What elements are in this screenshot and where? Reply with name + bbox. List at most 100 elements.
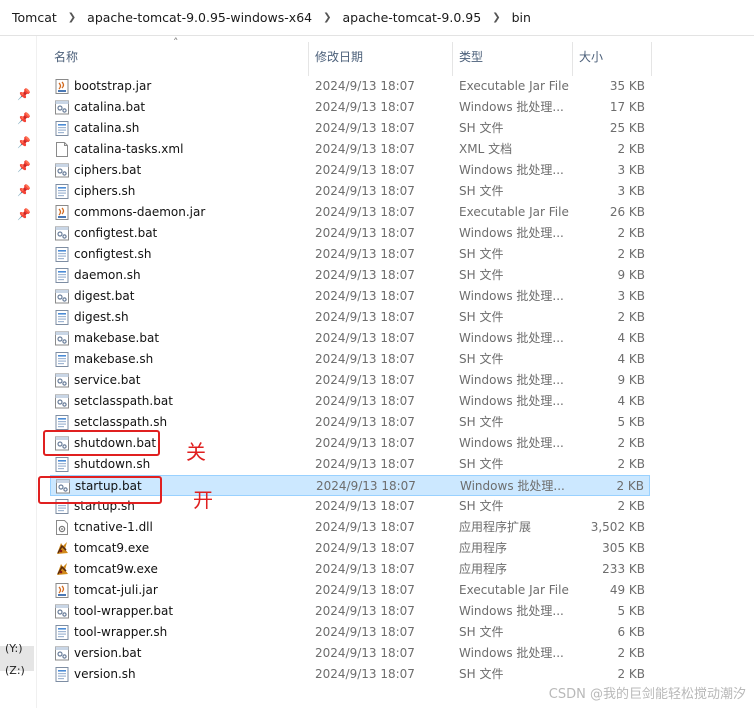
- file-date: 2024/9/13 18:07: [315, 457, 415, 471]
- file-name: digest.bat: [74, 289, 135, 303]
- watermark: CSDN @我的巨剑能轻松搅动潮汐: [548, 687, 746, 702]
- sh-icon: [55, 247, 69, 262]
- file-row[interactable]: configtest.bat 2024/9/13 18:07 Windows 批处理…: [50, 223, 650, 244]
- file-date: 2024/9/13 18:07: [315, 352, 415, 366]
- file-row[interactable]: catalina.bat 2024/9/13 18:07 Windows 批处理..…: [50, 97, 650, 118]
- file-row[interactable]: ciphers.bat 2024/9/13 18:07 Windows 批处理...…: [50, 160, 650, 181]
- file-size: 2 KB: [617, 226, 645, 240]
- file-row[interactable]: shutdown.sh 2024/9/13 18:07 SH 文件 2 KB: [50, 454, 650, 475]
- file-name: configtest.sh: [74, 247, 152, 261]
- pin-icon[interactable]: 📌: [17, 209, 31, 221]
- sh-icon: [55, 184, 69, 199]
- column-divider[interactable]: [572, 42, 573, 76]
- drive-y[interactable]: (Y:): [5, 642, 23, 655]
- file-row[interactable]: tool-wrapper.sh 2024/9/13 18:07 SH 文件 6 KB: [50, 622, 650, 643]
- file-row[interactable]: setclasspath.bat 2024/9/13 18:07 Windows 批…: [50, 391, 650, 412]
- file-row[interactable]: tomcat9w.exe 2024/9/13 18:07 应用程序 233 KB: [50, 559, 650, 580]
- column-header-date[interactable]: 修改日期: [315, 46, 363, 68]
- file-row[interactable]: version.bat 2024/9/13 18:07 Windows 批处理...…: [50, 643, 650, 664]
- file-type: Windows 批处理...: [459, 226, 564, 240]
- file-row[interactable]: catalina-tasks.xml 2024/9/13 18:07 XML 文档 2…: [50, 139, 650, 160]
- file-date: 2024/9/13 18:07: [315, 373, 415, 387]
- file-name: tomcat9.exe: [74, 541, 150, 555]
- file-date: 2024/9/13 18:07: [315, 205, 415, 219]
- file-name: configtest.bat: [74, 226, 158, 240]
- file-size: 35 KB: [609, 79, 645, 93]
- file-type: Windows 批处理...: [459, 373, 564, 387]
- file-date: 2024/9/13 18:07: [315, 310, 415, 324]
- bat-icon: [55, 289, 69, 304]
- breadcrumb-item-bin[interactable]: bin: [508, 10, 535, 25]
- file-name: catalina-tasks.xml: [74, 142, 184, 156]
- file-type: SH 文件: [459, 415, 504, 429]
- file-date: 2024/9/13 18:07: [315, 184, 415, 198]
- column-header-name[interactable]: 名称: [54, 46, 78, 68]
- breadcrumb-item-windows-x64[interactable]: apache-tomcat-9.0.95-windows-x64: [83, 10, 316, 25]
- file-row[interactable]: bootstrap.jar 2024/9/13 18:07 Executable J…: [50, 76, 650, 97]
- column-divider[interactable]: [651, 42, 652, 76]
- pin-icon[interactable]: 📌: [17, 137, 31, 149]
- pin-icon[interactable]: 📌: [17, 185, 31, 197]
- sh-icon: [55, 352, 69, 367]
- breadcrumb-item-apache-tomcat[interactable]: apache-tomcat-9.0.95: [339, 10, 486, 25]
- file-size: 2 KB: [617, 436, 645, 450]
- column-header-type[interactable]: 类型: [459, 46, 483, 68]
- pin-icon[interactable]: 📌: [17, 113, 31, 125]
- file-row[interactable]: daemon.sh 2024/9/13 18:07 SH 文件 9 KB: [50, 265, 650, 286]
- file-date: 2024/9/13 18:07: [315, 331, 415, 345]
- file-row[interactable]: digest.sh 2024/9/13 18:07 SH 文件 2 KB: [50, 307, 650, 328]
- file-size: 9 KB: [617, 268, 645, 282]
- file-row[interactable]: version.sh 2024/9/13 18:07 SH 文件 2 KB: [50, 664, 650, 685]
- file-row[interactable]: makebase.bat 2024/9/13 18:07 Windows 批处理..…: [50, 328, 650, 349]
- file-size: 25 KB: [609, 121, 645, 135]
- file-date: 2024/9/13 18:07: [315, 436, 415, 450]
- tomcat-exe-icon: [55, 562, 69, 577]
- bat-icon: [55, 100, 69, 115]
- file-size: 233 KB: [602, 562, 645, 576]
- file-date: 2024/9/13 18:07: [315, 415, 415, 429]
- file-row[interactable]: service.bat 2024/9/13 18:07 Windows 批处理...…: [50, 370, 650, 391]
- pin-icon[interactable]: 📌: [17, 89, 31, 101]
- column-divider[interactable]: [452, 42, 453, 76]
- file-type: Windows 批处理...: [459, 289, 564, 303]
- breadcrumb-item-tomcat[interactable]: Tomcat: [8, 10, 61, 25]
- column-header-size[interactable]: 大小: [579, 46, 603, 68]
- file-size: 2 KB: [617, 142, 645, 156]
- file-row[interactable]: makebase.sh 2024/9/13 18:07 SH 文件 4 KB: [50, 349, 650, 370]
- file-type: Windows 批处理...: [459, 394, 564, 408]
- sh-icon: [55, 415, 69, 430]
- sh-icon: [55, 268, 69, 283]
- file-row[interactable]: tomcat-juli.jar 2024/9/13 18:07 Executable…: [50, 580, 650, 601]
- drive-z[interactable]: (Z:): [5, 664, 25, 677]
- file-date: 2024/9/13 18:07: [316, 479, 416, 493]
- pin-icon[interactable]: 📌: [17, 161, 31, 173]
- file-size: 6 KB: [617, 625, 645, 639]
- file-row[interactable]: tomcat9.exe 2024/9/13 18:07 应用程序 305 KB: [50, 538, 650, 559]
- file-name: commons-daemon.jar: [74, 205, 206, 219]
- file-row[interactable]: configtest.sh 2024/9/13 18:07 SH 文件 2 KB: [50, 244, 650, 265]
- sh-icon: [55, 121, 69, 136]
- file-type: Executable Jar File: [459, 205, 569, 219]
- sh-icon: [55, 457, 69, 472]
- file-name: setclasspath.bat: [74, 394, 173, 408]
- file-name: shutdown.sh: [74, 457, 151, 471]
- file-row[interactable]: digest.bat 2024/9/13 18:07 Windows 批处理... 3…: [50, 286, 650, 307]
- file-size: 17 KB: [609, 100, 645, 114]
- file-name: version.sh: [74, 667, 136, 681]
- chevron-right-icon[interactable]: ❯: [61, 12, 83, 23]
- chevron-right-icon[interactable]: ❯: [485, 12, 507, 23]
- chevron-right-icon[interactable]: ❯: [316, 12, 338, 23]
- file-size: 9 KB: [617, 373, 645, 387]
- column-divider[interactable]: [308, 42, 309, 76]
- file-date: 2024/9/13 18:07: [315, 499, 415, 513]
- file-date: 2024/9/13 18:07: [315, 247, 415, 261]
- file-date: 2024/9/13 18:07: [315, 541, 415, 555]
- startup-highlight-box: [38, 476, 162, 504]
- file-name: tool-wrapper.bat: [74, 604, 174, 618]
- file-row[interactable]: tcnative-1.dll 2024/9/13 18:07 应用程序扩展 3,502…: [50, 517, 650, 538]
- file-row[interactable]: commons-daemon.jar 2024/9/13 18:07 Executa…: [50, 202, 650, 223]
- file-row[interactable]: tool-wrapper.bat 2024/9/13 18:07 Windows 批…: [50, 601, 650, 622]
- file-name: service.bat: [74, 373, 141, 387]
- file-row[interactable]: ciphers.sh 2024/9/13 18:07 SH 文件 3 KB: [50, 181, 650, 202]
- file-row[interactable]: catalina.sh 2024/9/13 18:07 SH 文件 25 KB: [50, 118, 650, 139]
